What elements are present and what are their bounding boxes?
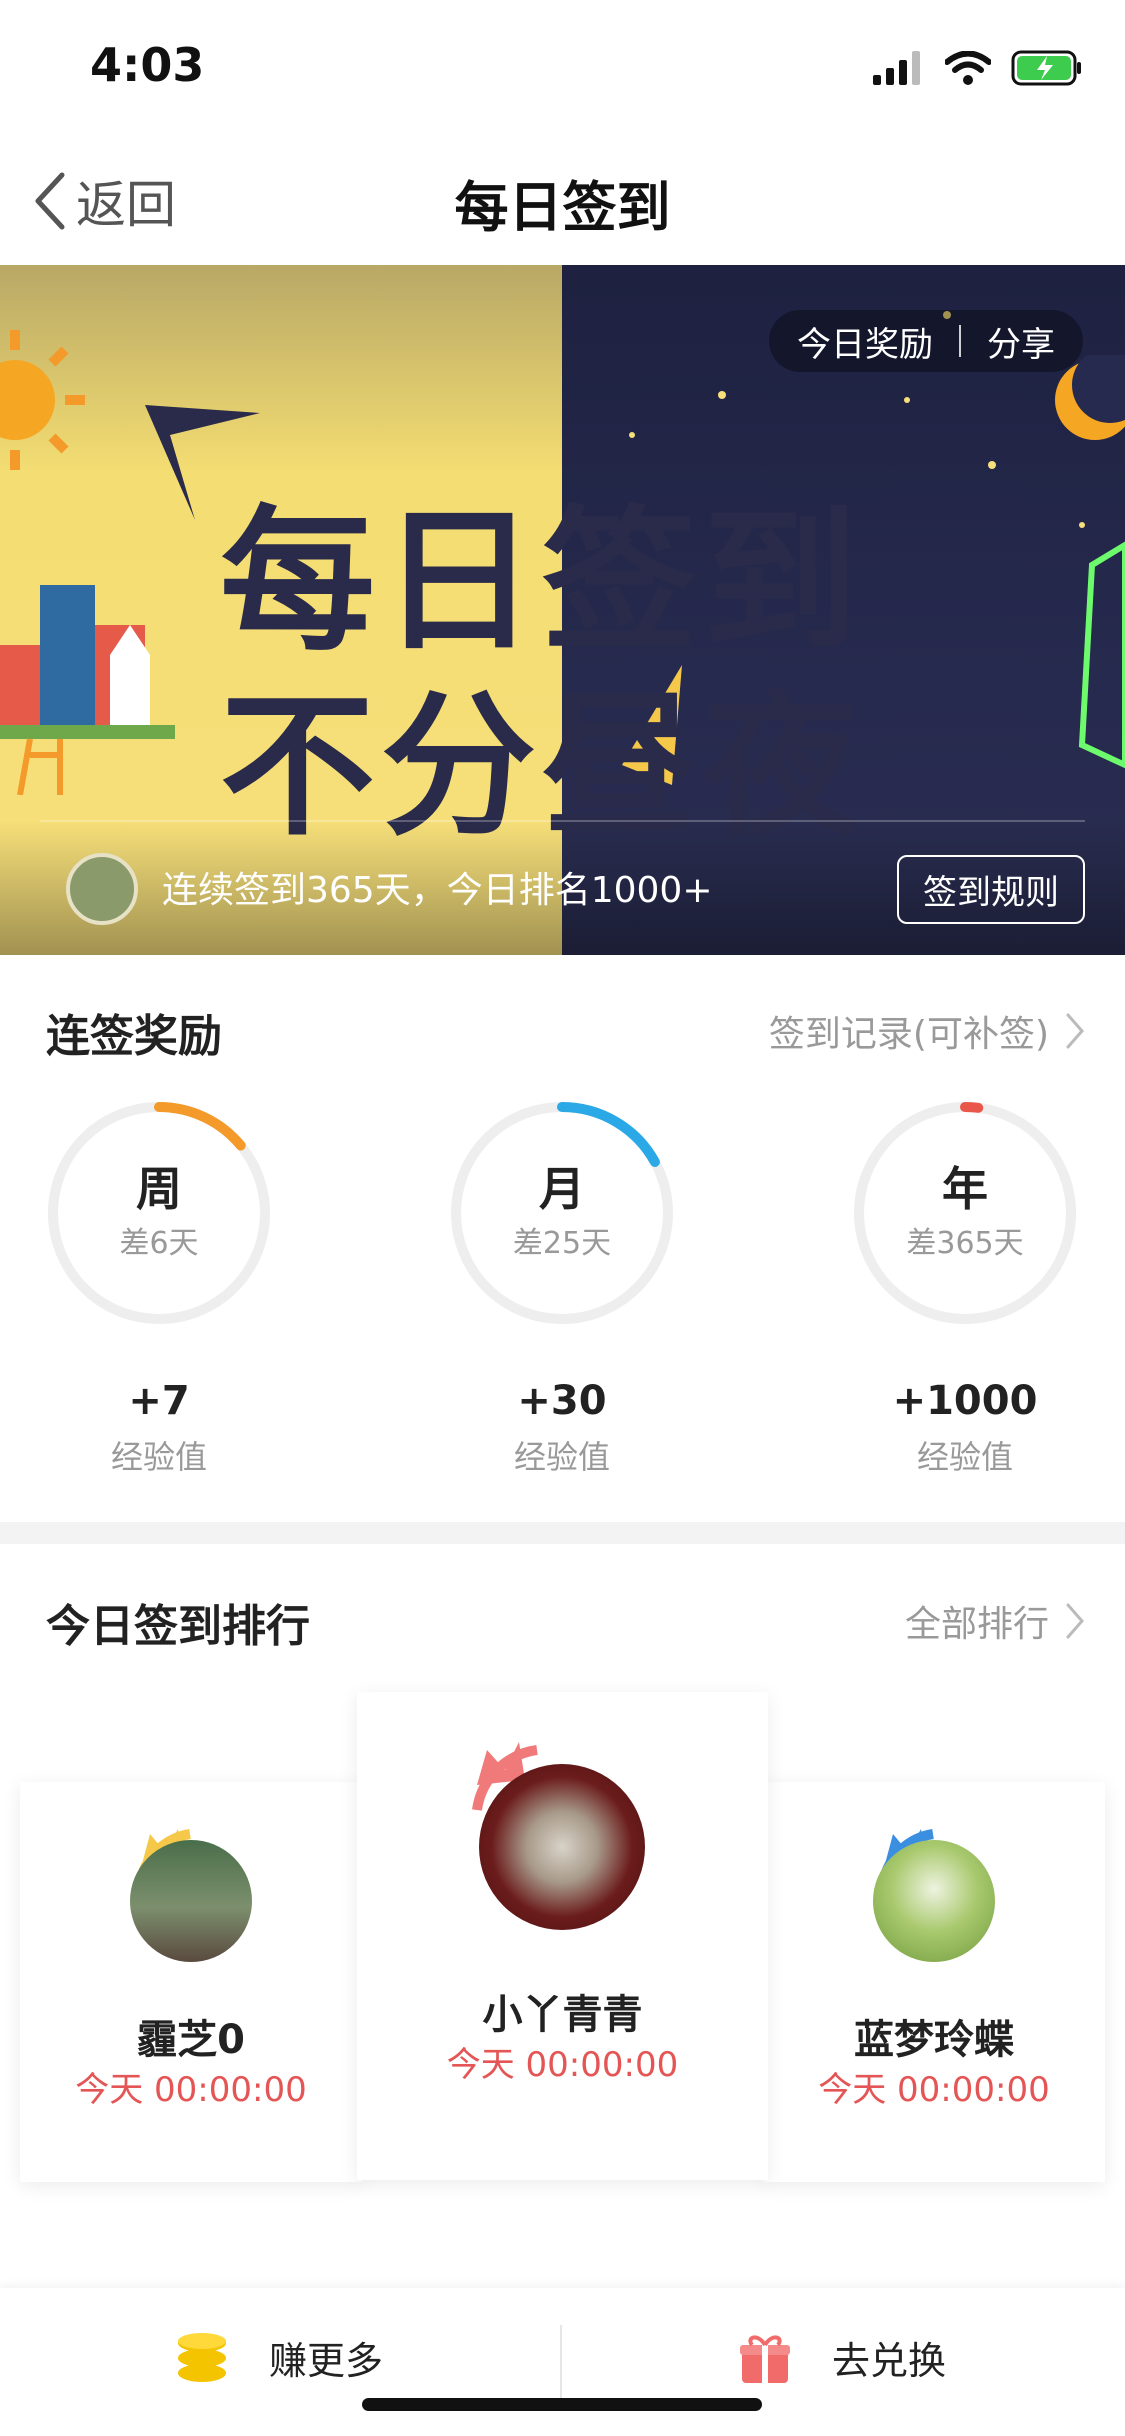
- today-reward-link[interactable]: 今日奖励: [797, 317, 933, 366]
- coins-icon: [178, 2332, 226, 2382]
- user-avatar[interactable]: [66, 853, 138, 925]
- rank-time-2: 今天 00:00:00: [75, 2070, 307, 2110]
- chevron-right-icon: [1066, 1603, 1084, 1639]
- reward-bonus: +7: [128, 1378, 190, 1424]
- reward-period-label: 年: [942, 1162, 988, 1216]
- rank-avatar-2[interactable]: [130, 1840, 252, 1962]
- earn-more-label: 赚更多: [269, 2339, 384, 2383]
- chevron-right-icon: [1066, 1013, 1084, 1049]
- rewards-title: 连签奖励: [46, 1011, 222, 1062]
- banner-chip: 今日奖励 分享: [769, 310, 1083, 372]
- reward-remaining: 差6天: [119, 1226, 199, 1261]
- signal-icon: [873, 51, 920, 85]
- reward-unit: 经验值: [916, 1438, 1013, 1476]
- battery-icon: [1011, 50, 1081, 86]
- banner[interactable]: 每日签到 不分昼夜 今日奖励 分享 连续签到365天，今日排名1000+ 签到规…: [0, 265, 1125, 955]
- rank-avatar-1[interactable]: [479, 1764, 645, 1930]
- section-gap: [0, 1522, 1125, 1544]
- sun-icon: [0, 330, 85, 470]
- status-bar: 4:03: [0, 0, 1125, 135]
- rank-time-1: 今天 00:00:00: [446, 2045, 679, 2085]
- reward-unit: 经验值: [110, 1438, 207, 1476]
- status-icons: [873, 48, 1083, 88]
- page-title: 每日签到: [454, 176, 671, 239]
- nav-bar: 返回 每日签到: [0, 135, 1125, 266]
- ranking-title: 今日签到排行: [46, 1601, 310, 1652]
- all-ranking-link[interactable]: 全部排行: [905, 1595, 1085, 1647]
- reward-bonus: +1000: [892, 1378, 1038, 1424]
- chip-divider: [959, 325, 961, 357]
- gift-icon: [740, 2335, 790, 2383]
- rank-name-3: 蓝梦玲蝶: [854, 2017, 1014, 2063]
- sign-record-link[interactable]: 签到记录(可补签): [769, 1005, 1085, 1057]
- bottom-bar: [0, 2288, 1125, 2436]
- reward-remaining: 差25天: [512, 1226, 612, 1261]
- rank-card-3[interactable]: 蓝梦玲蝶 今天 00:00:00: [763, 1782, 1105, 2182]
- rank-name-2: 霾芝0: [137, 2017, 245, 2063]
- all-ranking-label: 全部排行: [904, 1604, 1049, 1645]
- redeem-label: 去兑换: [832, 2339, 947, 2383]
- reward-period-label: 周: [136, 1162, 182, 1216]
- rules-button[interactable]: 签到规则: [897, 855, 1085, 924]
- rank-time-3: 今天 00:00:00: [818, 2070, 1050, 2110]
- reward-remaining: 差365天: [906, 1226, 1024, 1261]
- redeem-button[interactable]: 去兑换: [738, 2330, 946, 2385]
- sign-record-label: 签到记录(可补签): [768, 1014, 1049, 1055]
- streak-text: 连续签到365天，今日排名1000+: [162, 870, 713, 911]
- rank-name-1: 小丫青青: [482, 1992, 643, 2038]
- share-link[interactable]: 分享: [987, 317, 1055, 366]
- wifi-icon: [945, 51, 991, 85]
- rank-avatar-3[interactable]: [873, 1840, 995, 1962]
- home-indicator: [362, 2398, 762, 2411]
- status-time: 4:03: [90, 38, 205, 92]
- banner-divider: [40, 820, 1085, 822]
- earn-more-button[interactable]: 赚更多: [175, 2330, 383, 2385]
- rank-card-2[interactable]: 霾芝0 今天 00:00:00: [20, 1782, 362, 2182]
- city-icon: [0, 585, 175, 795]
- rank-card-1[interactable]: 小丫青青 今天 00:00:00: [357, 1692, 768, 2180]
- reward-bonus: +30: [517, 1378, 607, 1424]
- reward-unit: 经验值: [513, 1438, 610, 1476]
- reward-period-label: 月: [539, 1162, 585, 1216]
